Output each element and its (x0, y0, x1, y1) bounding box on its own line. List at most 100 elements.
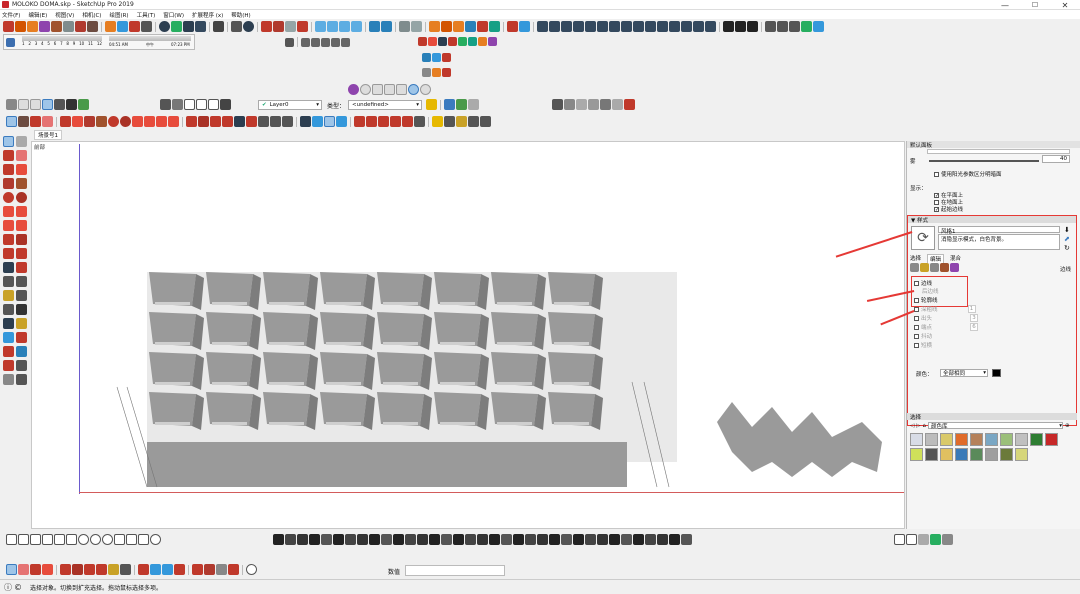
front-view-icon[interactable] (30, 99, 41, 110)
shape10-icon[interactable] (114, 533, 125, 545)
tape-icon[interactable] (258, 116, 269, 127)
time-slider[interactable] (109, 36, 191, 41)
view-right-icon[interactable] (561, 21, 572, 32)
left-zoomwin-icon[interactable] (16, 332, 27, 343)
view-iso-icon[interactable] (597, 21, 608, 32)
shape4-icon[interactable] (42, 533, 53, 545)
left-freehand-icon[interactable] (16, 164, 27, 175)
arc3-icon[interactable] (156, 116, 167, 127)
arch21-icon[interactable] (513, 533, 524, 545)
axes-icon[interactable] (282, 116, 293, 127)
section-plane-icon[interactable] (468, 116, 479, 127)
sandbox3-icon[interactable] (453, 21, 464, 32)
shape7-icon[interactable] (78, 533, 89, 545)
extension-icon[interactable] (801, 21, 812, 32)
arch17-icon[interactable] (465, 533, 476, 545)
view-left-icon[interactable] (585, 21, 596, 32)
arch7-icon[interactable] (345, 533, 356, 545)
tool-d1-icon[interactable] (422, 68, 431, 77)
left-paint-icon[interactable] (3, 150, 14, 161)
style2-icon[interactable] (273, 21, 284, 32)
styles-header[interactable]: ▼ 样式 (908, 216, 1076, 224)
left-rect2-icon[interactable] (16, 178, 27, 189)
tool-a1-icon[interactable] (285, 37, 294, 47)
top-view-icon[interactable] (18, 99, 29, 110)
tab-mix[interactable]: 混合 (950, 254, 961, 263)
shape12-icon[interactable] (138, 533, 149, 545)
scale-icon[interactable] (234, 116, 245, 127)
material-swatch[interactable] (955, 448, 968, 461)
face-settings-icon[interactable] (920, 263, 929, 272)
sec-rotate-icon[interactable] (84, 564, 95, 575)
view-persp-icon[interactable] (621, 21, 632, 32)
arch9-icon[interactable] (369, 533, 380, 545)
view-twopt-icon[interactable] (645, 21, 656, 32)
previous-view-icon[interactable] (381, 21, 392, 32)
view-xray-icon[interactable] (657, 21, 668, 32)
section6-icon[interactable] (220, 99, 231, 110)
edge-checkbox[interactable]: 边线 (914, 279, 932, 287)
sec-zoom-icon[interactable] (162, 564, 173, 575)
sec-tape-icon[interactable] (108, 564, 119, 575)
left-dim-icon[interactable] (16, 276, 27, 287)
layer-select[interactable]: ✔ Layer0 ▾ (258, 100, 322, 110)
sec-share-icon[interactable] (216, 564, 227, 575)
tool-d2-icon[interactable] (432, 68, 441, 77)
arch25-icon[interactable] (561, 533, 572, 545)
left-3dtext-icon[interactable] (16, 304, 27, 315)
material-swatch[interactable] (1000, 433, 1013, 446)
arch12-icon[interactable] (405, 533, 416, 545)
menu-file[interactable]: 文件(F) (2, 11, 20, 19)
circle-icon[interactable] (108, 116, 119, 127)
pie-icon[interactable] (168, 116, 179, 127)
edge-settings-icon[interactable] (910, 263, 919, 272)
cloud-icon[interactable] (195, 21, 206, 32)
profile-checkbox[interactable]: 轮廓线 (914, 296, 938, 304)
cloud-upload-icon[interactable] (315, 21, 326, 32)
sec-arc-icon[interactable] (42, 564, 53, 575)
hand-icon[interactable] (63, 21, 74, 32)
position-camera-icon[interactable] (456, 116, 467, 127)
style-thumbnail-icon[interactable]: ⟳ (911, 226, 935, 250)
menu-draw[interactable]: 绘图(R) (109, 11, 128, 19)
arch4-icon[interactable] (309, 533, 320, 545)
left-rotate-icon[interactable] (3, 248, 14, 259)
sec-offset-icon[interactable] (96, 564, 107, 575)
menu-window[interactable]: 窗口(W) (163, 11, 184, 19)
arch20-icon[interactable] (501, 533, 512, 545)
solid7-icon[interactable] (624, 99, 635, 110)
walk-icon[interactable] (432, 116, 443, 127)
material-swatch[interactable] (1015, 448, 1028, 461)
tool-b3-icon[interactable] (438, 37, 447, 46)
view-back-edges-icon[interactable] (669, 21, 680, 32)
fog-value[interactable]: 40 (1042, 155, 1070, 163)
extension2-icon[interactable] (813, 21, 824, 32)
nav2-icon[interactable] (366, 116, 377, 127)
menu-tools[interactable]: 工具(T) (137, 11, 156, 19)
material-swatch[interactable] (925, 433, 938, 446)
menu-help[interactable]: 帮助(H) (231, 11, 250, 19)
left-eraser-icon[interactable] (16, 150, 27, 161)
solid4-icon[interactable] (588, 99, 599, 110)
tool-b1-icon[interactable] (418, 37, 427, 46)
arch11-icon[interactable] (393, 533, 404, 545)
left-view-icon[interactable] (66, 99, 77, 110)
orbit-icon[interactable] (300, 116, 311, 127)
tool-e5-icon[interactable] (396, 84, 407, 95)
zoom-window-icon[interactable] (336, 116, 347, 127)
shape6-icon[interactable] (66, 533, 77, 545)
tool-c1-icon[interactable] (422, 53, 431, 62)
watermark-settings-icon[interactable] (940, 263, 949, 272)
style1-icon[interactable] (261, 21, 272, 32)
shape3-icon[interactable] (30, 533, 41, 545)
extension-option[interactable]: 出头 3 (914, 314, 979, 322)
move-icon[interactable] (186, 116, 197, 127)
material-swatch[interactable] (955, 433, 968, 446)
material-swatch[interactable] (940, 433, 953, 446)
shape1-icon[interactable] (6, 533, 17, 545)
tool-a4-icon[interactable] (321, 37, 330, 47)
sec-text-icon[interactable] (120, 564, 131, 575)
tool-e2-icon[interactable] (360, 84, 371, 95)
sandbox2-icon[interactable] (441, 21, 452, 32)
material-swatch[interactable] (985, 448, 998, 461)
